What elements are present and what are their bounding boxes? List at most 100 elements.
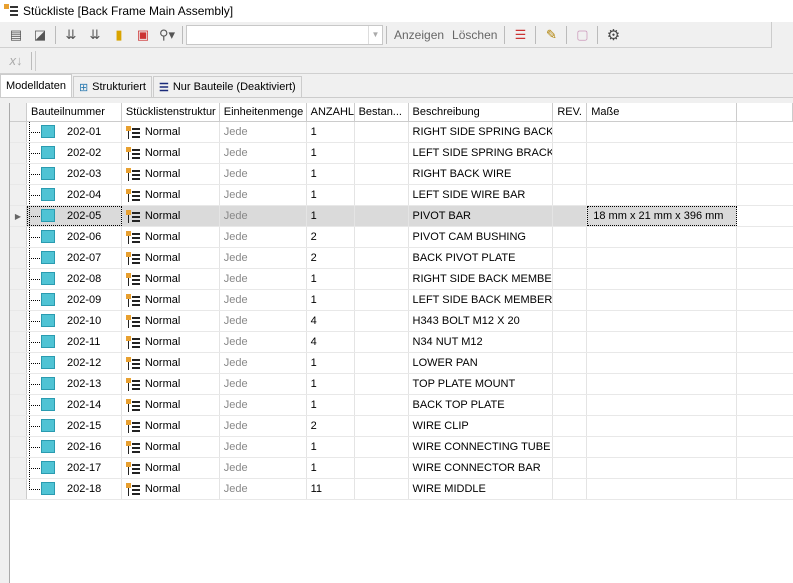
part-number-cell[interactable]: 202-03 bbox=[27, 164, 122, 184]
description-cell[interactable]: LEFT SIDE SPRING BRACKET bbox=[409, 143, 554, 163]
dimensions-cell[interactable] bbox=[587, 332, 738, 352]
revision-cell[interactable] bbox=[553, 332, 588, 352]
stock-cell[interactable] bbox=[354, 206, 409, 226]
description-cell[interactable]: N34 NUT M12 bbox=[409, 332, 554, 352]
revision-cell[interactable] bbox=[553, 248, 588, 268]
table-row[interactable]: ▶ 202-05 Normal Jede 1 PIVOT BAR 18 mm x… bbox=[10, 206, 793, 227]
bom-structure-cell[interactable]: Normal bbox=[122, 437, 220, 457]
quantity-cell[interactable]: 1 bbox=[307, 290, 355, 310]
unit-cell[interactable]: Jede bbox=[220, 374, 307, 394]
tab-nur-bauteile[interactable]: ☰ Nur Bauteile (Deaktiviert) bbox=[152, 76, 302, 97]
dimensions-cell[interactable] bbox=[587, 143, 738, 163]
dimensions-cell[interactable] bbox=[587, 164, 738, 184]
table-row[interactable]: 202-07 Normal Jede 2 BACK PIVOT PLATE bbox=[10, 248, 793, 269]
bom-structure-cell[interactable]: Normal bbox=[122, 395, 220, 415]
quantity-cell[interactable]: 1 bbox=[307, 185, 355, 205]
bom-structure-cell[interactable]: Normal bbox=[121, 206, 220, 226]
dimensions-cell[interactable] bbox=[587, 437, 738, 457]
renumber-icon[interactable]: ▮ bbox=[109, 25, 129, 45]
dimensions-cell[interactable] bbox=[587, 374, 738, 394]
row-selector[interactable]: ▶ bbox=[10, 206, 27, 226]
tab-strukturiert[interactable]: ⊞ Strukturiert bbox=[72, 76, 152, 97]
description-cell[interactable]: LEFT SIDE BACK MEMBER bbox=[409, 290, 554, 310]
revision-cell[interactable] bbox=[553, 416, 588, 436]
bom-structure-cell[interactable]: Normal bbox=[122, 269, 220, 289]
quantity-cell[interactable]: 1 bbox=[307, 164, 355, 184]
description-cell[interactable]: RIGHT BACK WIRE bbox=[409, 164, 554, 184]
export-icon[interactable]: ▤ bbox=[6, 25, 26, 45]
description-cell[interactable]: TOP PLATE MOUNT bbox=[409, 374, 554, 394]
unit-cell[interactable]: Jede bbox=[220, 479, 307, 499]
unit-cell[interactable]: Jede bbox=[220, 395, 307, 415]
revision-cell[interactable] bbox=[553, 311, 588, 331]
quantity-cell[interactable]: 1 bbox=[307, 437, 355, 457]
revision-cell[interactable] bbox=[553, 185, 588, 205]
stock-cell[interactable] bbox=[355, 332, 409, 352]
revision-cell[interactable] bbox=[553, 206, 588, 226]
bom-structure-cell[interactable]: Normal bbox=[122, 185, 220, 205]
quantity-cell[interactable]: 2 bbox=[307, 248, 355, 268]
description-cell[interactable]: LEFT SIDE WIRE BAR bbox=[409, 185, 554, 205]
description-cell[interactable]: BACK PIVOT PLATE bbox=[409, 248, 554, 268]
col-header[interactable]: ANZAHL bbox=[307, 103, 355, 121]
part-number-cell[interactable]: 202-18 bbox=[27, 479, 122, 499]
part-number-cell[interactable]: 202-11 bbox=[27, 332, 122, 352]
revision-cell[interactable] bbox=[553, 143, 588, 163]
row-selector[interactable] bbox=[10, 353, 27, 373]
bom-structure-cell[interactable]: Normal bbox=[122, 479, 220, 499]
revision-cell[interactable] bbox=[553, 437, 588, 457]
table-row[interactable]: 202-18 Normal Jede 11 WIRE MIDDLE bbox=[10, 479, 793, 500]
row-selector[interactable] bbox=[10, 122, 27, 142]
unit-cell[interactable]: Jede bbox=[219, 206, 307, 226]
table-row[interactable]: 202-15 Normal Jede 2 WIRE CLIP bbox=[10, 416, 793, 437]
unit-cell[interactable]: Jede bbox=[220, 227, 307, 247]
part-number-cell[interactable]: 202-17 bbox=[27, 458, 122, 478]
table-row[interactable]: 202-16 Normal Jede 1 WIRE CONNECTING TUB… bbox=[10, 437, 793, 458]
row-selector[interactable] bbox=[10, 290, 27, 310]
sort-numeric-icon[interactable]: ⇊ bbox=[85, 25, 105, 45]
row-selector[interactable] bbox=[10, 416, 27, 436]
table-row[interactable]: 202-17 Normal Jede 1 WIRE CONNECTOR BAR bbox=[10, 458, 793, 479]
find-icon[interactable]: ⚲▾ bbox=[157, 25, 177, 45]
table-row[interactable]: 202-03 Normal Jede 1 RIGHT BACK WIRE bbox=[10, 164, 793, 185]
part-number-cell[interactable]: 202-05 bbox=[26, 206, 122, 226]
description-cell[interactable]: RIGHT SIDE SPRING BACKET bbox=[409, 122, 554, 142]
unit-cell[interactable]: Jede bbox=[220, 122, 307, 142]
revision-cell[interactable] bbox=[553, 227, 588, 247]
part-number-cell[interactable]: 202-14 bbox=[27, 395, 122, 415]
table-row[interactable]: 202-14 Normal Jede 1 BACK TOP PLATE bbox=[10, 395, 793, 416]
quantity-cell[interactable]: 4 bbox=[307, 332, 355, 352]
stock-cell[interactable] bbox=[355, 290, 409, 310]
eraser-icon[interactable]: ◪ bbox=[30, 25, 50, 45]
table-row[interactable]: 202-10 Normal Jede 4 H343 BOLT M12 X 20 bbox=[10, 311, 793, 332]
row-selector[interactable] bbox=[10, 437, 27, 457]
col-header[interactable]: REV. bbox=[553, 103, 588, 121]
dimensions-cell[interactable] bbox=[587, 248, 738, 268]
formula-icon[interactable]: x↓ bbox=[6, 51, 26, 71]
quantity-cell[interactable]: 1 bbox=[306, 206, 355, 226]
part-number-cell[interactable]: 202-02 bbox=[27, 143, 122, 163]
bom-structure-cell[interactable]: Normal bbox=[122, 122, 220, 142]
quantity-cell[interactable]: 1 bbox=[307, 395, 355, 415]
bom-structure-cell[interactable]: Normal bbox=[122, 416, 220, 436]
unit-cell[interactable]: Jede bbox=[220, 290, 307, 310]
dimensions-cell[interactable]: 18 mm x 21 mm x 396 mm bbox=[587, 206, 738, 226]
part-number-cell[interactable]: 202-10 bbox=[27, 311, 122, 331]
unit-cell[interactable]: Jede bbox=[220, 311, 307, 331]
description-cell[interactable]: WIRE CONNECTOR BAR bbox=[409, 458, 554, 478]
stock-cell[interactable] bbox=[355, 248, 409, 268]
view-options-icon[interactable]: ☰ bbox=[510, 25, 530, 45]
bom-structure-cell[interactable]: Normal bbox=[122, 290, 220, 310]
clear-button[interactable]: Löschen bbox=[452, 28, 497, 42]
dimensions-cell[interactable] bbox=[587, 290, 738, 310]
stock-cell[interactable] bbox=[355, 227, 409, 247]
unit-cell[interactable]: Jede bbox=[220, 458, 307, 478]
part-number-cell[interactable]: 202-08 bbox=[27, 269, 122, 289]
stock-cell[interactable] bbox=[355, 416, 409, 436]
filter-combo[interactable]: ▼ bbox=[186, 24, 383, 45]
stock-cell[interactable] bbox=[355, 437, 409, 457]
dimensions-cell[interactable] bbox=[587, 458, 738, 478]
description-cell[interactable]: LOWER PAN bbox=[409, 353, 554, 373]
row-selector[interactable] bbox=[10, 332, 27, 352]
show-button[interactable]: Anzeigen bbox=[394, 28, 444, 42]
